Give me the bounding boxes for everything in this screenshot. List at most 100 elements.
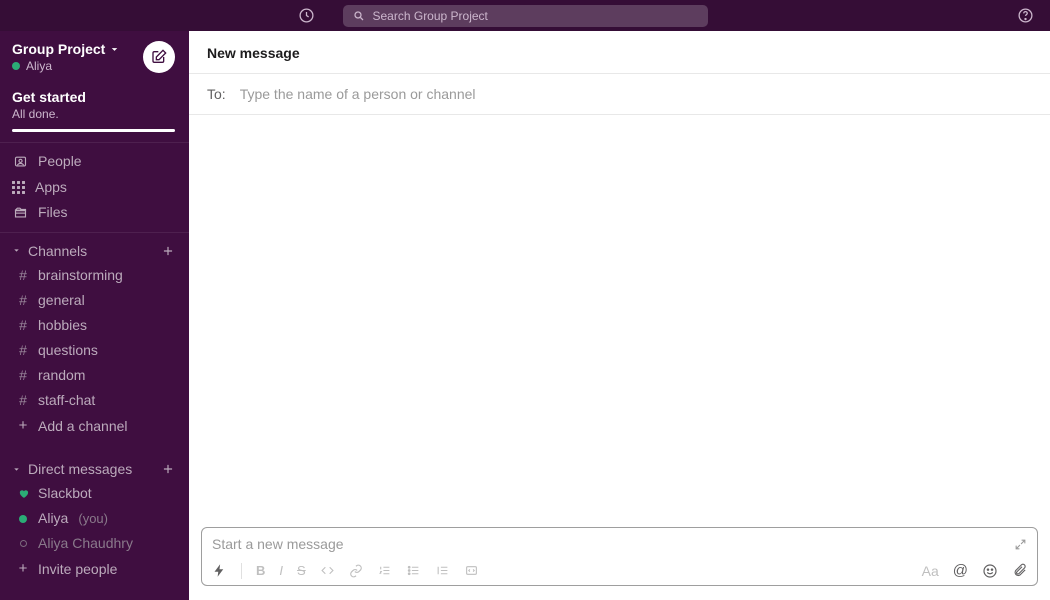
presence-active-icon xyxy=(16,515,30,523)
message-input[interactable] xyxy=(212,536,1014,552)
emoji-icon[interactable] xyxy=(982,563,998,579)
dm-item-slackbot[interactable]: Slackbot xyxy=(0,481,189,506)
topbar: Search Group Project xyxy=(0,0,1050,31)
hash-icon: # xyxy=(16,265,30,286)
strikethrough-icon[interactable]: S xyxy=(297,563,306,578)
invite-people-item[interactable]: + Invite people xyxy=(0,556,189,583)
caret-down-icon xyxy=(12,465,22,474)
dm-name: Aliya Chaudhry xyxy=(38,533,133,554)
people-icon xyxy=(12,154,28,169)
codeblock-icon[interactable] xyxy=(464,564,479,577)
sidebar-item-people[interactable]: People xyxy=(0,149,189,175)
channels-section: Channels # brainstorming # general # hobbie… xyxy=(0,232,189,446)
link-icon[interactable] xyxy=(349,564,363,578)
sidebar: Group Project Aliya Get started All done… xyxy=(0,31,189,600)
hash-icon: # xyxy=(16,290,30,311)
ordered-list-icon[interactable] xyxy=(377,564,392,577)
hash-icon: # xyxy=(16,390,30,411)
dms-label: Direct messages xyxy=(28,461,132,477)
expand-icon[interactable] xyxy=(1014,538,1027,551)
add-dm-icon[interactable] xyxy=(161,462,175,476)
channel-name: general xyxy=(38,290,85,311)
compose-button[interactable] xyxy=(143,41,175,73)
invite-people-label: Invite people xyxy=(38,559,117,580)
caret-down-icon xyxy=(12,246,22,255)
channel-name: staff-chat xyxy=(38,390,95,411)
channel-name: brainstorming xyxy=(38,265,123,286)
dms-section: Direct messages Slackbot Aliya (you) Ali… xyxy=(0,445,189,589)
sidebar-item-apps[interactable]: Apps xyxy=(0,175,189,201)
bulleted-list-icon[interactable] xyxy=(406,564,421,577)
workspace-switcher[interactable]: Group Project xyxy=(12,41,120,57)
shortcut-bolt-icon[interactable] xyxy=(212,563,227,578)
channel-name: hobbies xyxy=(38,315,87,336)
hash-icon: # xyxy=(16,315,30,336)
history-icon[interactable] xyxy=(298,7,315,24)
presence-away-icon xyxy=(16,540,30,547)
apps-section: Apps xyxy=(0,589,189,600)
workspace-name-text: Group Project xyxy=(12,41,105,57)
apps-grid-icon xyxy=(12,181,25,194)
channels-header[interactable]: Channels xyxy=(0,239,189,263)
to-input[interactable] xyxy=(240,86,1032,102)
to-row: To: xyxy=(189,74,1050,115)
plus-icon: + xyxy=(16,415,30,438)
blockquote-icon[interactable] xyxy=(435,564,450,577)
help-icon[interactable] xyxy=(1017,7,1034,24)
nav-section-primary: People Apps Files xyxy=(0,142,189,232)
channel-item[interactable]: # random xyxy=(0,363,189,388)
composer: B I S Aa @ xyxy=(201,527,1038,586)
workspace-header: Group Project Aliya xyxy=(0,31,189,81)
add-channel-icon[interactable] xyxy=(161,244,175,258)
dm-name: Aliya xyxy=(38,508,68,529)
compose-icon xyxy=(151,49,167,65)
dm-item-self[interactable]: Aliya (you) xyxy=(0,506,189,531)
channel-item[interactable]: # questions xyxy=(0,338,189,363)
sidebar-item-label: People xyxy=(38,152,82,172)
channel-name: questions xyxy=(38,340,98,361)
channel-name: random xyxy=(38,365,85,386)
add-channel-label: Add a channel xyxy=(38,416,128,437)
channel-item[interactable]: # general xyxy=(0,288,189,313)
sidebar-item-files[interactable]: Files xyxy=(0,200,189,226)
main-header: New message xyxy=(189,31,1050,74)
channel-item[interactable]: # brainstorming xyxy=(0,263,189,288)
add-channel-item[interactable]: + Add a channel xyxy=(0,413,189,440)
format-icon[interactable]: Aa xyxy=(922,563,939,579)
dm-name: Slackbot xyxy=(38,483,92,504)
dms-header[interactable]: Direct messages xyxy=(0,457,189,481)
files-icon xyxy=(12,205,28,220)
main-content: New message To: xyxy=(189,31,1050,600)
toolbar-divider xyxy=(241,563,242,579)
presence-active-icon xyxy=(12,62,20,70)
search-input[interactable]: Search Group Project xyxy=(343,5,708,27)
channel-item[interactable]: # staff-chat xyxy=(0,388,189,413)
get-started-section[interactable]: Get started All done. xyxy=(0,81,189,142)
plus-icon: + xyxy=(16,558,30,581)
code-icon[interactable] xyxy=(320,564,335,577)
progress-bar xyxy=(12,129,175,132)
composer-toolbar: B I S Aa @ xyxy=(202,558,1037,585)
search-placeholder: Search Group Project xyxy=(373,9,488,23)
attach-icon[interactable] xyxy=(1012,563,1027,578)
sidebar-item-label: Apps xyxy=(35,178,67,198)
dm-item-user[interactable]: Aliya Chaudhry xyxy=(0,531,189,556)
chevron-down-icon xyxy=(109,44,120,55)
user-status[interactable]: Aliya xyxy=(12,59,120,73)
to-label: To: xyxy=(207,86,226,102)
get-started-title: Get started xyxy=(12,89,175,105)
message-body xyxy=(189,115,1050,527)
bold-icon[interactable]: B xyxy=(256,563,265,578)
mention-icon[interactable]: @ xyxy=(953,562,968,579)
page-title: New message xyxy=(207,45,1032,61)
hash-icon: # xyxy=(16,365,30,386)
current-user-name: Aliya xyxy=(26,59,52,73)
get-started-subtitle: All done. xyxy=(12,107,175,121)
search-icon xyxy=(353,10,365,22)
you-indicator: (you) xyxy=(78,509,108,529)
hash-icon: # xyxy=(16,340,30,361)
channels-label: Channels xyxy=(28,243,87,259)
channel-item[interactable]: # hobbies xyxy=(0,313,189,338)
sidebar-item-label: Files xyxy=(38,203,68,223)
italic-icon[interactable]: I xyxy=(279,563,283,578)
